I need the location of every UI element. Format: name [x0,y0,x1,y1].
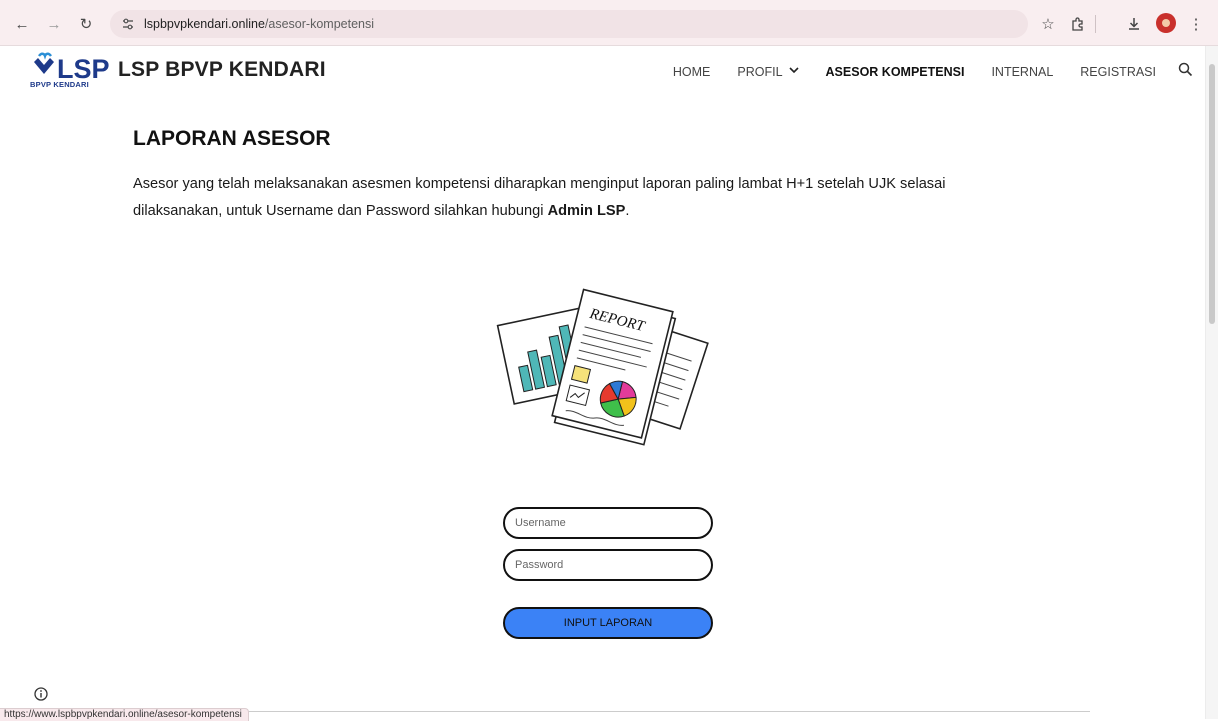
profile-avatar[interactable] [1156,13,1176,33]
page-title: LAPORAN ASESOR [133,127,331,150]
nav-home[interactable]: HOME [673,65,711,79]
site-header: LSP BPVP KENDARI LSP BPVP KENDARI HOME P… [0,46,1205,100]
login-form: INPUT LAPORAN [503,507,713,639]
nav-profil-label: PROFIL [737,64,783,79]
nav-internal[interactable]: INTERNAL [991,65,1053,79]
intro-text: Asesor yang telah melaksanakan asesmen k… [133,171,1033,225]
main-navigation: HOME PROFIL ASESOR KOMPETENSI INTERNAL R… [646,62,1193,81]
url-host: lspbpvpkendari.online [144,17,265,31]
logo-subtitle: BPVP KENDARI [30,80,89,89]
nav-profil[interactable]: PROFIL [737,64,799,79]
nav-registrasi[interactable]: REGISTRASI [1080,65,1156,79]
site-brand[interactable]: LSP BPVP KENDARI [118,58,326,82]
site-settings-icon[interactable] [120,16,136,32]
url-path: /asesor-kompetensi [264,17,374,31]
password-input[interactable] [503,549,713,581]
status-bar-url: https://www.lspbpvpkendari.online/asesor… [0,708,249,721]
input-laporan-button[interactable]: INPUT LAPORAN [503,607,713,639]
reload-icon[interactable]: ↻ [76,14,96,34]
address-bar[interactable]: lspbpvpkendari.online/asesor-kompetensi [110,10,1028,38]
extensions-icon[interactable] [1068,14,1088,34]
bookmark-star-icon[interactable]: ☆ [1038,14,1058,34]
toolbar-divider [1095,15,1096,33]
info-icon[interactable] [34,687,48,701]
back-icon[interactable]: ← [12,14,32,34]
intro-text-end: . [625,203,630,219]
report-illustration: REPORT [496,288,709,446]
admin-lsp-label: Admin LSP [547,203,626,219]
download-icon[interactable] [1124,14,1144,34]
scrollbar-thumb[interactable] [1209,64,1215,324]
username-input[interactable] [503,507,713,539]
page-scrollbar[interactable] [1205,46,1218,719]
search-icon[interactable] [1178,62,1193,81]
chevron-down-icon [788,66,799,77]
nav-asesor-kompetensi[interactable]: ASESOR KOMPETENSI [826,65,965,79]
intro-text-main: Asesor yang telah melaksanakan asesmen k… [133,176,946,219]
forward-icon[interactable]: → [44,14,64,34]
browser-toolbar: ← → ↻ lspbpvpkendari.online/asesor-kompe… [0,0,1218,46]
menu-kebab-icon[interactable]: ⋮ [1186,14,1206,34]
